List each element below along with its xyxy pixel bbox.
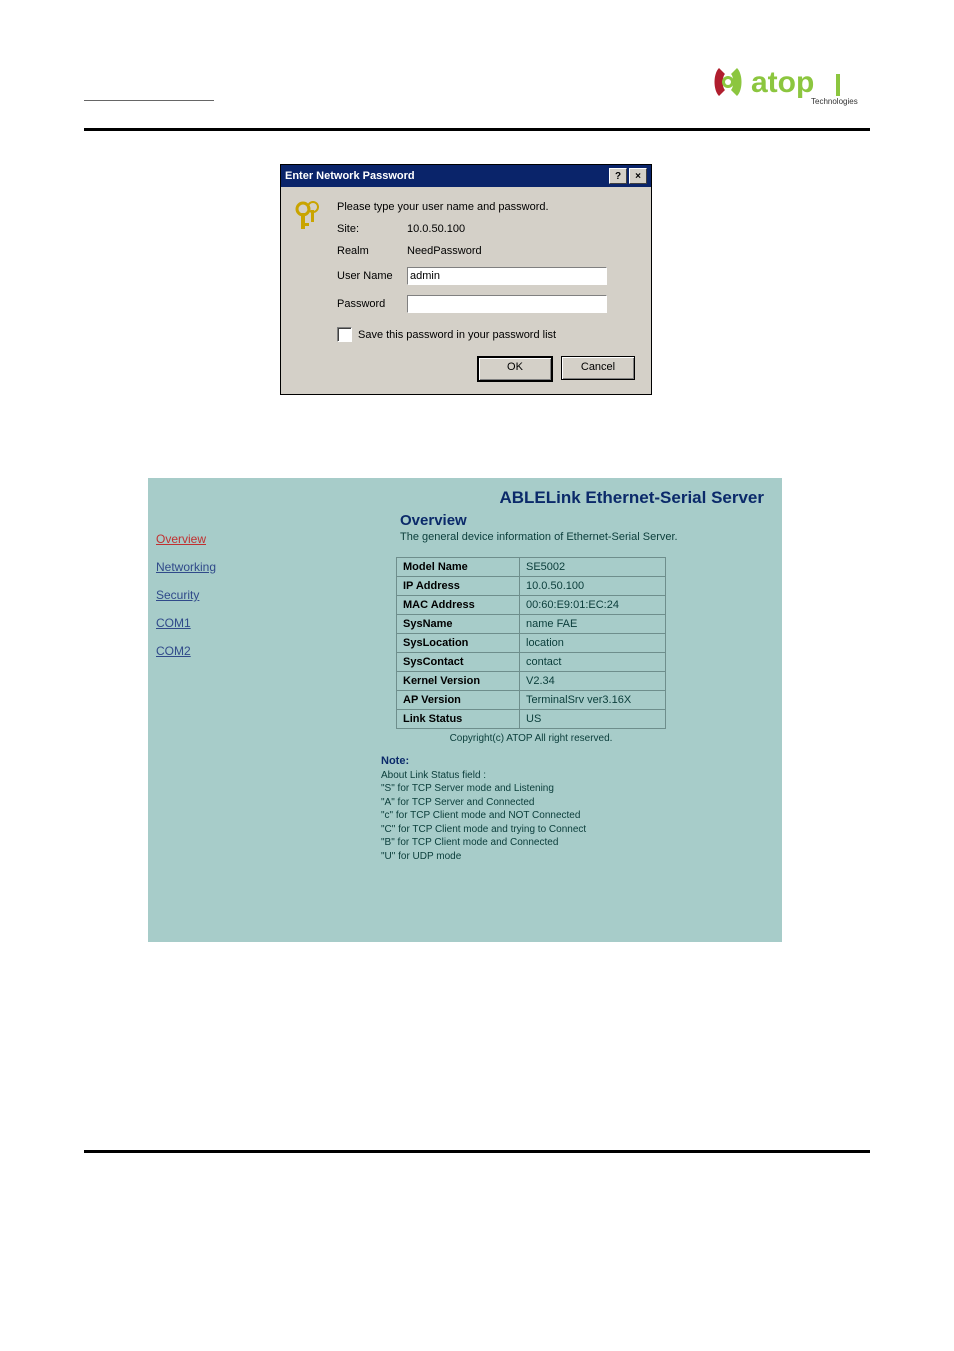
password-input[interactable] xyxy=(407,295,607,313)
sidebar-item-overview[interactable]: Overview xyxy=(156,532,280,546)
info-key: Link Status xyxy=(397,710,520,729)
note-line: "C" for TCP Client mode and trying to Co… xyxy=(381,823,681,837)
help-button[interactable]: ? xyxy=(609,168,627,184)
info-value: SE5002 xyxy=(520,558,666,577)
sidebar-item-security[interactable]: Security xyxy=(156,588,280,602)
sidebar: Overview Networking Security COM1 COM2 xyxy=(148,532,280,672)
dialog-prompt: Please type your user name and password. xyxy=(337,201,635,213)
dialog-titlebar: Enter Network Password ? × xyxy=(281,165,651,187)
table-row: IP Address10.0.50.100 xyxy=(397,577,666,596)
close-icon: × xyxy=(635,171,641,182)
table-row: Link StatusUS xyxy=(397,710,666,729)
info-key: SysLocation xyxy=(397,634,520,653)
note-line: "c" for TCP Client mode and NOT Connecte… xyxy=(381,809,681,823)
device-info-table: Model NameSE5002IP Address10.0.50.100MAC… xyxy=(396,557,666,729)
table-row: Model NameSE5002 xyxy=(397,558,666,577)
brand-logo: atop Technologies xyxy=(703,60,868,110)
info-key: MAC Address xyxy=(397,596,520,615)
page-subtitle: The general device information of Ethern… xyxy=(400,531,782,543)
site-label: Site: xyxy=(337,223,407,235)
info-key: IP Address xyxy=(397,577,520,596)
device-web-ui: Overview Networking Security COM1 COM2 A… xyxy=(148,478,782,942)
info-key: Kernel Version xyxy=(397,672,520,691)
info-value: V2.34 xyxy=(520,672,666,691)
header-rule xyxy=(84,128,870,131)
info-value: US xyxy=(520,710,666,729)
logo-subtext: Technologies xyxy=(811,97,858,106)
dialog-title: Enter Network Password xyxy=(285,170,607,182)
note-line: "U" for UDP mode xyxy=(381,850,681,864)
info-key: AP Version xyxy=(397,691,520,710)
info-value: location xyxy=(520,634,666,653)
help-icon: ? xyxy=(615,171,621,182)
note-line: About Link Status field : xyxy=(381,769,681,783)
info-value: 10.0.50.100 xyxy=(520,577,666,596)
username-input[interactable] xyxy=(407,267,607,285)
realm-label: Realm xyxy=(337,245,407,257)
note-block: Note: About Link Status field :"S" for T… xyxy=(381,754,681,863)
table-row: Kernel VersionV2.34 xyxy=(397,672,666,691)
cancel-button[interactable]: Cancel xyxy=(561,356,635,380)
info-value: contact xyxy=(520,653,666,672)
header-rule-short xyxy=(84,100,214,101)
table-row: SysContactcontact xyxy=(397,653,666,672)
username-label: User Name xyxy=(337,270,407,282)
ok-button[interactable]: OK xyxy=(477,356,553,382)
footer-rule xyxy=(84,1150,870,1153)
note-line: "B" for TCP Client mode and Connected xyxy=(381,836,681,850)
save-password-label: Save this password in your password list xyxy=(358,329,556,341)
note-line: "A" for TCP Server and Connected xyxy=(381,796,681,810)
close-button[interactable]: × xyxy=(629,168,647,184)
sidebar-item-networking[interactable]: Networking xyxy=(156,560,280,574)
note-line: "S" for TCP Server mode and Listening xyxy=(381,782,681,796)
password-dialog: Enter Network Password ? × Please type y… xyxy=(280,164,652,395)
page-banner: ABLELink Ethernet-Serial Server xyxy=(280,478,782,512)
site-value: 10.0.50.100 xyxy=(407,223,465,235)
table-row: SysNamename FAE xyxy=(397,615,666,634)
keys-icon xyxy=(293,201,325,233)
logo-text: atop xyxy=(751,66,814,99)
info-key: Model Name xyxy=(397,558,520,577)
password-label: Password xyxy=(337,298,407,310)
info-value: name FAE xyxy=(520,615,666,634)
realm-value: NeedPassword xyxy=(407,245,482,257)
page-title: Overview xyxy=(400,512,782,529)
save-password-checkbox[interactable] xyxy=(337,327,352,342)
sidebar-item-com1[interactable]: COM1 xyxy=(156,616,280,630)
info-key: SysContact xyxy=(397,653,520,672)
info-key: SysName xyxy=(397,615,520,634)
table-row: SysLocationlocation xyxy=(397,634,666,653)
table-row: MAC Address00:60:E9:01:EC:24 xyxy=(397,596,666,615)
table-row: AP VersionTerminalSrv ver3.16X xyxy=(397,691,666,710)
info-value: 00:60:E9:01:EC:24 xyxy=(520,596,666,615)
note-title: Note: xyxy=(381,754,681,769)
sidebar-item-com2[interactable]: COM2 xyxy=(156,644,280,658)
copyright-text: Copyright(c) ATOP All right reserved. xyxy=(280,733,782,744)
info-value: TerminalSrv ver3.16X xyxy=(520,691,666,710)
